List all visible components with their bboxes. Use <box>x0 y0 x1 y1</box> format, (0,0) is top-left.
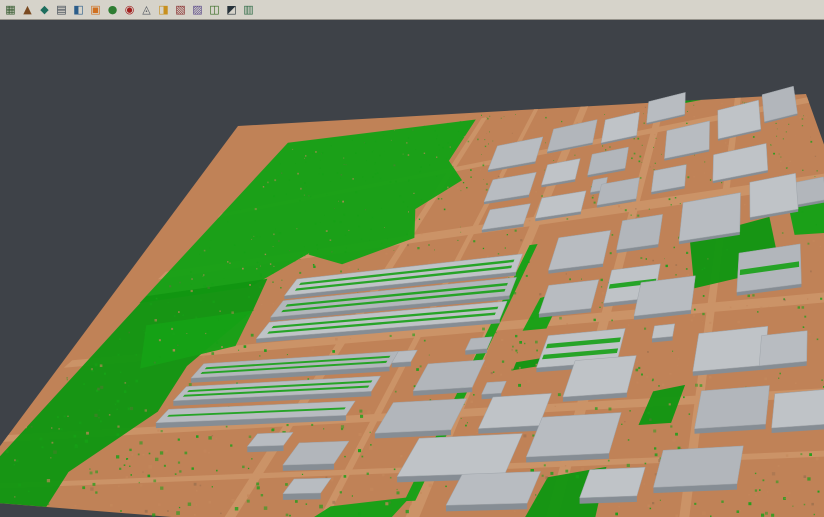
panel-icon[interactable]: ◫ <box>206 1 223 18</box>
surface-icon[interactable]: ◆ <box>36 1 53 18</box>
table-icon[interactable]: ▥ <box>240 1 257 18</box>
toolbar-icon-row: ▦▲◆▤◧▣●◉◬◨▧▨◫◩▥ <box>2 1 257 18</box>
hatch-icon[interactable]: ▧ <box>172 1 189 18</box>
building-wall <box>283 493 321 500</box>
texture-icon[interactable]: ▣ <box>87 1 104 18</box>
building-roof <box>580 467 646 498</box>
target-icon[interactable]: ◉ <box>121 1 138 18</box>
prism-icon[interactable]: ◬ <box>138 1 155 18</box>
points-icon[interactable]: ● <box>104 1 121 18</box>
building-roof <box>652 324 675 339</box>
corner-view-icon[interactable]: ◩ <box>223 1 240 18</box>
layers-icon[interactable]: ▦ <box>2 1 19 18</box>
app-window: { "window": { "background": "#45484e" },… <box>0 0 824 517</box>
toolbar: ▦▲◆▤◧▣●◉◬◨▧▨◫◩▥ <box>0 0 824 20</box>
building-roof <box>772 389 824 428</box>
point-cloud-scene <box>0 20 824 517</box>
grid-icon[interactable]: ▤ <box>53 1 70 18</box>
building-roof <box>695 386 770 429</box>
building-roof <box>693 326 768 371</box>
split-view-icon[interactable]: ◨ <box>155 1 172 18</box>
viewport-3d[interactable] <box>0 20 824 517</box>
mesh-icon[interactable]: ▨ <box>189 1 206 18</box>
image-icon[interactable]: ◧ <box>70 1 87 18</box>
building-roof <box>653 446 743 488</box>
terrain-icon[interactable]: ▲ <box>19 1 36 18</box>
building-roof <box>759 331 807 366</box>
